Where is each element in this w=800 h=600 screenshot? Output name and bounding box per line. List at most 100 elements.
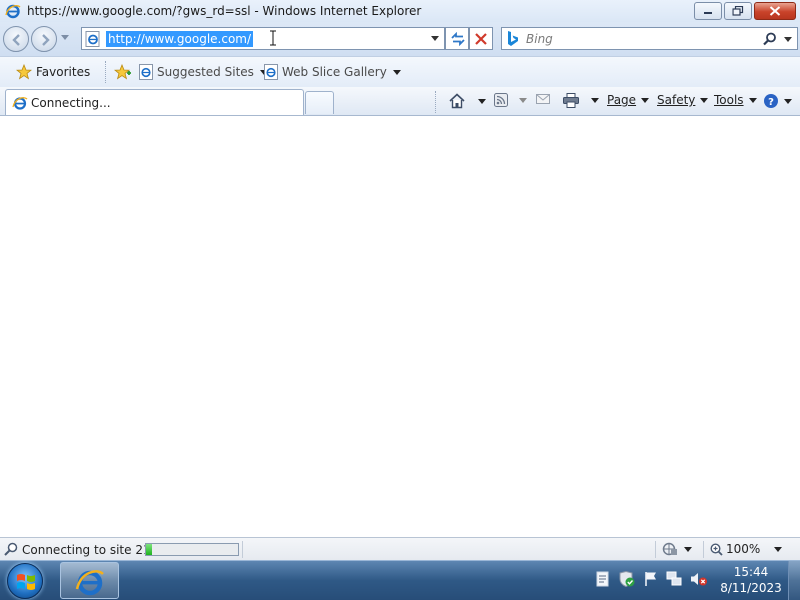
ie-page-icon xyxy=(139,64,153,80)
navigation-bar: http://www.google.com/ Bing xyxy=(0,22,800,56)
ie-logo-icon xyxy=(5,4,21,19)
page-content-area[interactable] xyxy=(0,116,800,537)
search-box[interactable]: Bing xyxy=(501,27,798,50)
new-tab-button[interactable] xyxy=(305,91,334,114)
stop-button[interactable] xyxy=(469,27,493,50)
chevron-down-icon[interactable] xyxy=(591,98,599,103)
tools-menu[interactable]: Tools xyxy=(714,93,757,107)
ie-logo-icon xyxy=(75,570,104,596)
search-input[interactable]: Bing xyxy=(526,32,553,46)
minimize-icon xyxy=(704,12,712,14)
safety-menu[interactable]: Safety xyxy=(657,93,709,107)
refresh-button[interactable] xyxy=(445,27,469,50)
taskbar-clock[interactable]: 15:44 8/11/2023 xyxy=(716,564,786,596)
help-menu[interactable]: ? xyxy=(763,93,792,109)
favorites-star-icon xyxy=(16,64,32,80)
volume-muted-icon[interactable] xyxy=(690,571,708,590)
ie-page-icon xyxy=(12,97,28,110)
minimize-button[interactable] xyxy=(694,2,722,20)
favorites-bar: Favorites Suggested Sites Web Slice Gall… xyxy=(0,56,800,87)
chevron-down-icon xyxy=(684,546,692,552)
text-cursor-icon xyxy=(270,30,276,46)
loading-progress-bar xyxy=(145,543,239,556)
chevron-down-icon xyxy=(774,546,783,552)
start-button[interactable] xyxy=(7,563,43,599)
web-slice-gallery-label: Web Slice Gallery xyxy=(282,65,387,79)
status-separator xyxy=(655,541,656,558)
back-button[interactable] xyxy=(3,26,29,52)
read-mail-button[interactable] xyxy=(536,93,550,105)
print-button[interactable] xyxy=(563,93,599,108)
window-controls xyxy=(692,2,796,20)
help-icon: ? xyxy=(764,94,778,108)
loading-search-icon xyxy=(4,542,18,556)
page-menu-label: Page xyxy=(607,93,637,107)
search-options-dropdown-icon[interactable] xyxy=(784,37,792,43)
chevron-down-icon xyxy=(641,97,650,103)
protected-mode-icon xyxy=(662,542,677,556)
close-button[interactable] xyxy=(754,2,796,20)
address-bar[interactable]: http://www.google.com/ xyxy=(81,27,445,50)
web-slice-gallery-button[interactable]: Web Slice Gallery xyxy=(264,64,401,80)
home-button[interactable] xyxy=(449,93,486,109)
progress-fill xyxy=(146,544,152,555)
security-zone-button[interactable] xyxy=(662,542,692,556)
action-center-flag-icon[interactable] xyxy=(644,571,658,590)
recent-pages-dropdown-icon[interactable] xyxy=(61,35,69,41)
security-shield-icon[interactable] xyxy=(618,570,636,590)
chevron-down-icon xyxy=(392,69,401,75)
zoom-level: 100% xyxy=(726,542,761,556)
window-title: https://www.google.com/?gws_rd=ssl - Win… xyxy=(27,4,422,18)
page-menu[interactable]: Page xyxy=(607,93,650,107)
command-separator xyxy=(435,91,436,113)
safety-menu-label: Safety xyxy=(657,93,696,107)
windows-logo-icon xyxy=(17,574,35,590)
refresh-icon xyxy=(451,32,465,46)
maximize-icon xyxy=(732,6,744,16)
favorites-label: Favorites xyxy=(36,65,91,79)
browser-tab[interactable]: Connecting... xyxy=(5,89,304,115)
status-text: Connecting to site 216 xyxy=(22,543,159,557)
command-bar: Connecting... Page Safety Tools ? xyxy=(0,87,800,116)
forward-button[interactable] xyxy=(31,26,57,52)
bing-logo-icon xyxy=(508,31,518,46)
clock-time: 15:44 xyxy=(733,565,769,579)
favorites-button[interactable]: Favorites xyxy=(16,64,90,80)
title-bar: https://www.google.com/?gws_rd=ssl - Win… xyxy=(0,0,800,22)
tools-menu-label: Tools xyxy=(714,93,744,107)
feeds-button[interactable] xyxy=(494,93,527,107)
svg-text:?: ? xyxy=(768,97,774,108)
status-bar: Connecting to site 216 100% xyxy=(0,537,800,560)
favorites-separator xyxy=(105,61,106,83)
status-separator xyxy=(242,541,243,558)
clock-date: 8/11/2023 xyxy=(720,581,782,595)
forward-arrow-icon xyxy=(42,34,50,46)
suggested-sites-button[interactable]: Suggested Sites xyxy=(139,64,268,80)
tab-title: Connecting... xyxy=(31,96,111,110)
stop-icon xyxy=(475,33,487,45)
chevron-down-icon[interactable] xyxy=(478,98,486,104)
chevron-down-icon[interactable] xyxy=(519,97,527,103)
maximize-button[interactable] xyxy=(724,2,752,20)
taskbar-internet-explorer[interactable] xyxy=(60,562,119,599)
home-icon xyxy=(449,93,465,109)
show-desktop-button[interactable] xyxy=(788,561,800,600)
ie-page-icon xyxy=(85,31,100,47)
chevron-down-icon xyxy=(700,97,709,103)
mail-icon xyxy=(536,94,550,104)
action-center-doc-icon[interactable] xyxy=(596,571,610,590)
chevron-down-icon xyxy=(748,97,757,103)
close-icon xyxy=(769,6,781,16)
search-icon[interactable] xyxy=(763,32,777,46)
address-input[interactable]: http://www.google.com/ xyxy=(106,31,254,47)
back-arrow-icon xyxy=(12,34,20,46)
chevron-down-icon xyxy=(784,98,792,104)
ie-page-icon xyxy=(264,64,278,80)
zoom-control[interactable]: 100% xyxy=(710,542,783,556)
address-dropdown-icon[interactable] xyxy=(431,36,439,42)
status-separator xyxy=(703,541,704,558)
network-icon[interactable] xyxy=(666,571,682,590)
add-to-favorites-bar-button[interactable] xyxy=(114,64,132,80)
system-tray xyxy=(596,570,716,590)
zoom-icon xyxy=(710,542,723,556)
